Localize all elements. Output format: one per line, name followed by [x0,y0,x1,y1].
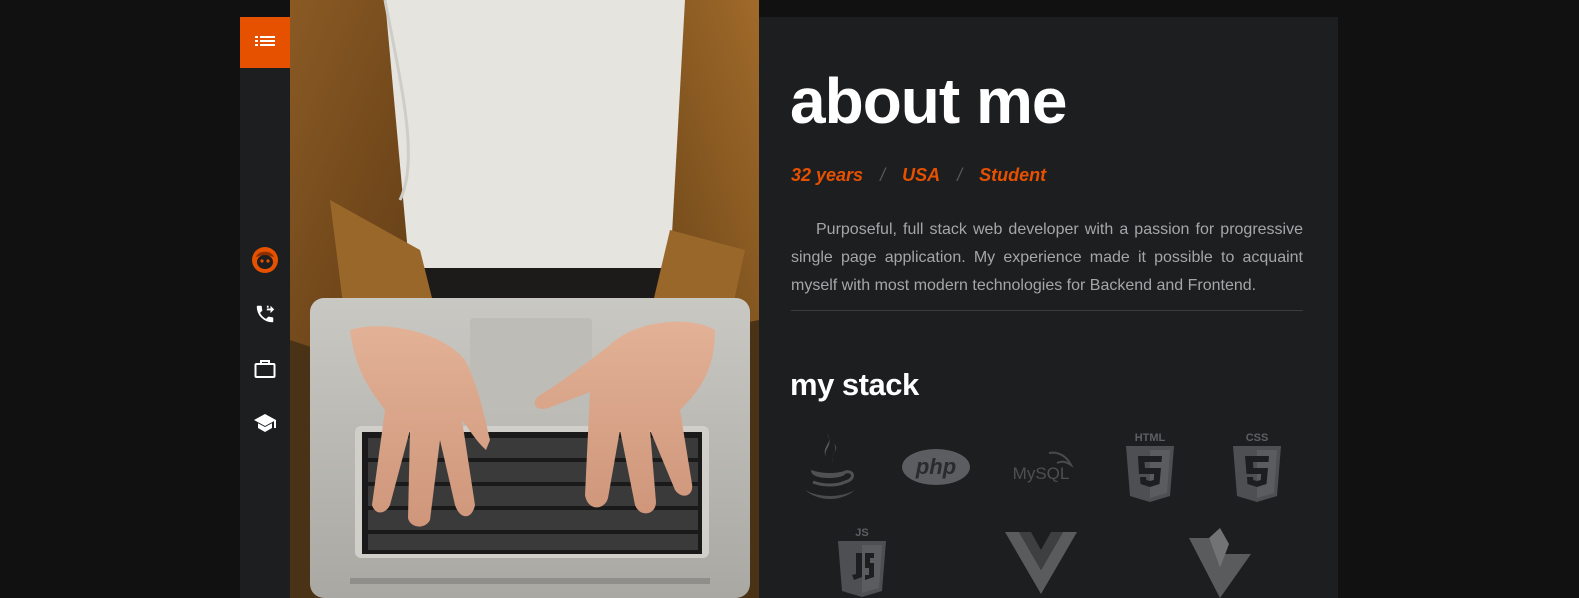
tech-vue [1005,529,1077,595]
laptop-hands-illustration [290,0,759,598]
sidebar-item-education[interactable] [240,406,290,440]
sidebar-item-about[interactable] [240,243,290,277]
meta-separator: / [880,165,886,185]
tech-java [799,430,859,505]
briefcase-icon [254,360,276,378]
stack-title: my stack [790,367,919,402]
css3-icon-label: CSS [1246,432,1269,444]
phone-transfer-icon [256,305,275,323]
page-title: about me [790,65,1067,137]
age-label: 32 years [791,165,864,185]
tech-php: php [901,447,971,487]
html5-icon: HTML [1126,432,1174,502]
meta-separator: / [957,165,963,185]
profile-meta: 32 years / USA / Student [791,165,1046,186]
tech-html5: HTML [1122,430,1178,506]
about-card: about me 32 years / USA / Student Purpos… [759,17,1338,598]
profile-photo [290,0,759,598]
page: about me 32 years / USA / Student Purpos… [0,0,1579,598]
avatar-face-icon [252,247,278,273]
role-label: Student [979,165,1047,185]
tech-vuetify [1189,527,1251,598]
graduation-cap-icon [254,414,276,432]
sidebar-item-portfolio[interactable] [240,352,290,386]
vue-icon [1005,532,1077,594]
html5-icon-label: HTML [1135,432,1166,444]
menu-button[interactable] [240,17,290,68]
tech-css3: CSS [1229,430,1285,506]
tech-javascript: JS [834,527,890,598]
vuetify-icon [1189,527,1251,598]
java-icon [805,433,855,499]
country-label: USA [902,165,941,185]
bio-text: Purposeful, full stack web developer wit… [791,221,1303,294]
mysql-icon: MySQL [1013,451,1074,483]
css3-icon: CSS [1233,432,1281,502]
sidebar-item-contact[interactable] [240,297,290,331]
php-icon: php [902,449,970,485]
javascript-icon-label: JS [855,527,868,539]
sidebar [240,17,290,598]
mysql-icon-label: MySQL [1013,464,1070,483]
tech-mysql: MySQL [1005,447,1077,487]
php-icon-label: php [915,454,956,479]
list-icon [255,35,275,46]
javascript-icon: JS [838,527,886,597]
divider [791,310,1303,311]
